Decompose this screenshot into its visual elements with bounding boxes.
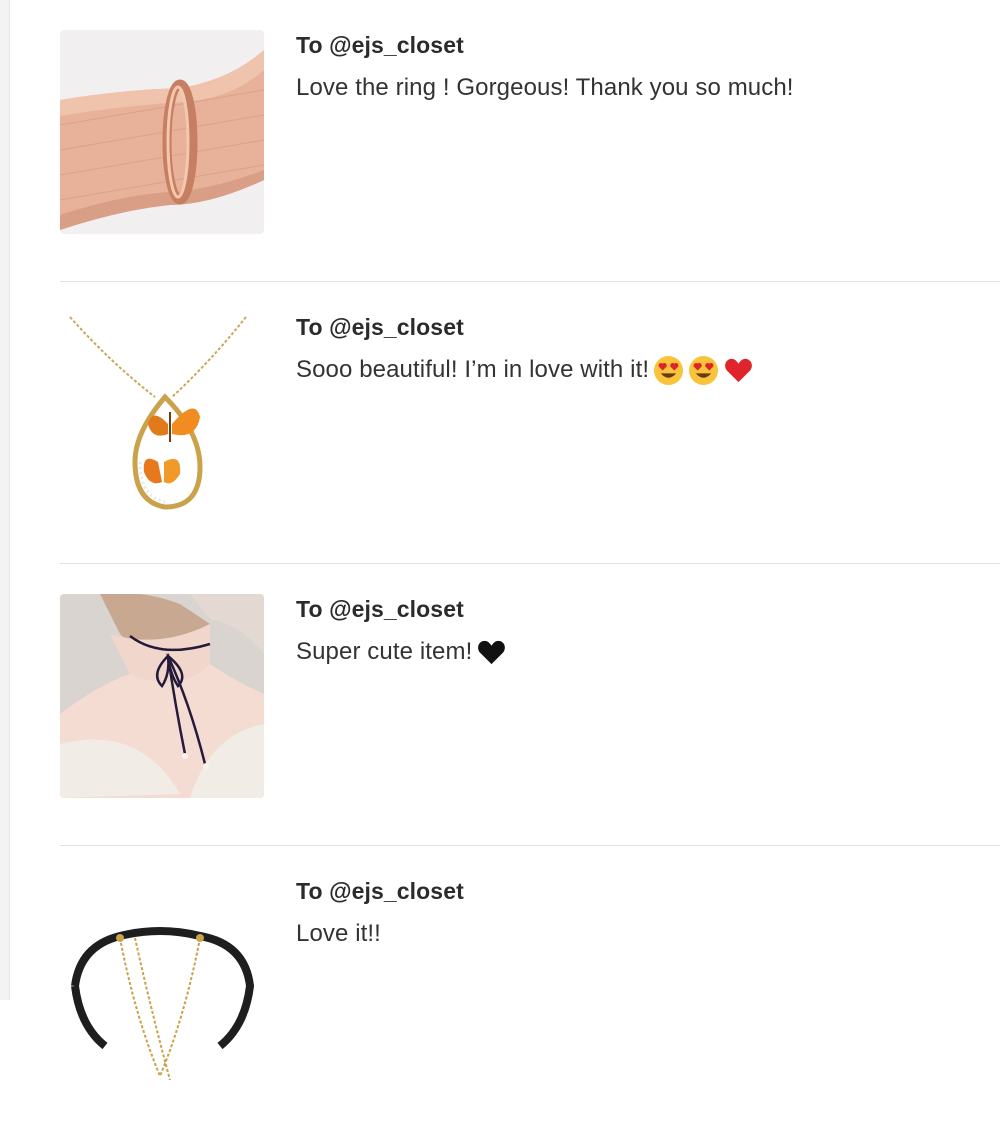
review-message: Love the ring ! Gorgeous! Thank you so m… xyxy=(296,74,794,101)
product-thumbnail-pendant[interactable] xyxy=(60,312,264,516)
black-heart-emoji-icon xyxy=(476,637,507,668)
product-thumbnail-layered-choker[interactable] xyxy=(60,876,264,1080)
review-recipient[interactable]: To @ejs_closet xyxy=(296,32,1000,58)
review-item: To @ejs_closet Super cute item! xyxy=(60,564,1000,846)
butterfly-pendant-necklace-icon xyxy=(60,312,264,516)
heart-eyes-emoji-icon xyxy=(688,355,719,386)
review-content: To @ejs_closet Love it!! xyxy=(296,878,1000,949)
review-recipient[interactable]: To @ejs_closet xyxy=(296,314,1000,340)
product-thumbnail-choker[interactable] xyxy=(60,594,264,798)
review-recipient[interactable]: To @ejs_closet xyxy=(296,878,1000,904)
review-message-row: Love the ring ! Gorgeous! Thank you so m… xyxy=(296,73,1000,103)
review-feed: To @ejs_closet Love the ring ! Gorgeous!… xyxy=(60,0,1000,1128)
review-recipient[interactable]: To @ejs_closet xyxy=(296,596,1000,622)
review-item: To @ejs_closet Love it!! xyxy=(60,846,1000,1128)
review-message-row: Love it!! xyxy=(296,919,1000,949)
review-message: Sooo beautiful! I’m in love with it! xyxy=(296,356,650,383)
review-item: To @ejs_closet Love the ring ! Gorgeous!… xyxy=(60,0,1000,282)
review-message: Super cute item! xyxy=(296,638,473,665)
review-message-row: Super cute item! xyxy=(296,637,1000,667)
review-item: To @ejs_closet Sooo beautiful! I’m in lo… xyxy=(60,282,1000,564)
product-thumbnail-ring[interactable] xyxy=(60,30,264,234)
rose-gold-ring-on-ribbon-icon xyxy=(60,30,264,234)
review-message: Love it!! xyxy=(296,920,381,947)
review-content: To @ejs_closet Super cute item! xyxy=(296,596,1000,667)
review-message-row: Sooo beautiful! I’m in love with it! xyxy=(296,355,1000,385)
velvet-bow-choker-icon xyxy=(60,594,264,798)
layered-choker-necklace-icon xyxy=(60,876,264,1080)
review-content: To @ejs_closet Love the ring ! Gorgeous!… xyxy=(296,32,1000,103)
red-heart-emoji-icon xyxy=(723,355,754,386)
review-content: To @ejs_closet Sooo beautiful! I’m in lo… xyxy=(296,314,1000,385)
left-rail xyxy=(0,0,10,1000)
heart-eyes-emoji-icon xyxy=(653,355,684,386)
